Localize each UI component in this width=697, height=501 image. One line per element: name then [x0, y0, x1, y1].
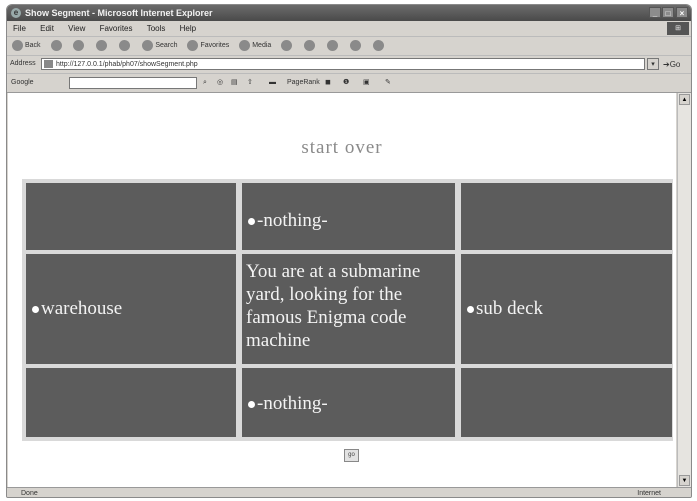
google-toolbar: Google ⌕ ◎ ▤ ⇧ ▬ PageRank ◼ ❶ ▣ ✎	[7, 74, 691, 93]
status-text: Done	[21, 490, 38, 497]
search-button[interactable]: Search	[140, 37, 178, 55]
bullet-icon	[248, 218, 255, 226]
bullet-icon	[467, 306, 474, 314]
pagerank-icon[interactable]: ▬	[269, 74, 276, 92]
title-bar: e Show Segment - Microsoft Internet Expl…	[7, 5, 691, 21]
address-bar: Address http://127.0.0.1/phab/ph07/showS…	[7, 56, 691, 74]
menu-tools[interactable]: Tools	[147, 24, 166, 33]
cell-northeast	[461, 183, 672, 250]
star-icon	[187, 39, 199, 51]
history-icon	[281, 39, 293, 51]
history-button[interactable]	[279, 37, 294, 55]
menu-bar: File Edit View Favorites Tools Help ⊞	[7, 21, 691, 37]
minimize-button[interactable]: _	[649, 7, 661, 18]
favorites-button[interactable]: Favorites	[185, 37, 229, 55]
stop-icon	[73, 39, 85, 51]
start-over-link[interactable]: start over	[8, 137, 676, 159]
submit-button-label: go	[348, 452, 355, 458]
segment-grid: -nothing- warehouse You are at a submari…	[22, 179, 673, 441]
back-arrow-icon	[12, 39, 23, 51]
scroll-down-button[interactable]: ▼	[679, 475, 690, 486]
highlight-icon[interactable]: ▣	[363, 74, 370, 92]
cell-southeast	[461, 368, 672, 437]
address-dropdown-button[interactable]: ▾	[647, 58, 659, 70]
pencil-icon[interactable]: ✎	[385, 74, 391, 92]
cell-east: sub deck	[461, 254, 672, 364]
refresh-button[interactable]	[94, 37, 109, 55]
stop-button[interactable]	[71, 37, 86, 55]
cell-center-description: You are at a submarine yard, looking for…	[242, 254, 455, 364]
cell-north: -nothing-	[242, 183, 455, 250]
ie-icon: e	[11, 8, 21, 18]
menu-edit[interactable]: Edit	[40, 24, 54, 33]
address-label: Address	[10, 60, 36, 67]
standard-toolbar: Back Search Favorites Media	[7, 37, 691, 56]
submit-button[interactable]: go	[344, 449, 359, 462]
close-button[interactable]: ×	[676, 7, 688, 18]
status-bar: Done Internet	[7, 487, 691, 497]
menu-help[interactable]: Help	[180, 24, 196, 33]
vertical-scrollbar[interactable]: ▲ ▼	[677, 93, 691, 487]
go-button[interactable]: ➔Go	[663, 60, 680, 69]
popup-blocker-icon[interactable]: ◼	[325, 74, 331, 92]
google-search-icon[interactable]: ⌕	[203, 74, 207, 92]
north-link[interactable]: -nothing-	[248, 209, 328, 232]
mail-button[interactable]	[302, 37, 317, 55]
back-button[interactable]: Back	[10, 37, 41, 55]
page-content: start over -nothing- warehouse You are a…	[8, 93, 676, 487]
print-icon	[327, 39, 339, 51]
address-url: http://127.0.0.1/phab/ph07/showSegment.p…	[56, 61, 198, 68]
cell-west: warehouse	[26, 254, 236, 364]
print-button[interactable]	[325, 37, 340, 55]
go-arrow-icon: ➔	[663, 60, 670, 69]
bullet-icon	[32, 306, 39, 314]
mail-icon	[304, 39, 316, 51]
google-site-icon[interactable]: ◎	[217, 74, 223, 92]
info-icon[interactable]: ❶	[343, 74, 349, 92]
google-news-icon[interactable]: ▤	[231, 74, 238, 92]
media-button[interactable]: Media	[237, 37, 271, 55]
maximize-button[interactable]: □	[662, 7, 674, 18]
window-title: Show Segment - Microsoft Internet Explor…	[25, 8, 213, 18]
google-search-input[interactable]	[69, 77, 197, 89]
discuss-icon	[373, 39, 385, 51]
south-link[interactable]: -nothing-	[248, 392, 328, 415]
google-up-icon[interactable]: ⇧	[247, 74, 253, 92]
menu-favorites[interactable]: Favorites	[100, 24, 133, 33]
home-icon	[119, 39, 131, 51]
home-button[interactable]	[117, 37, 132, 55]
page-icon	[44, 60, 53, 68]
cell-southwest	[26, 368, 236, 437]
discuss-button[interactable]	[371, 37, 386, 55]
menu-view[interactable]: View	[68, 24, 85, 33]
menu-file[interactable]: File	[13, 24, 26, 33]
edit-icon	[350, 39, 362, 51]
cell-northwest	[26, 183, 236, 250]
edit-button[interactable]	[348, 37, 363, 55]
windows-logo-icon: ⊞	[667, 22, 689, 35]
scroll-up-button[interactable]: ▲	[679, 94, 690, 105]
west-link[interactable]: warehouse	[32, 297, 122, 320]
google-label[interactable]: Google	[11, 74, 34, 92]
zone-text: Internet	[637, 490, 661, 497]
cell-south: -nothing-	[242, 368, 455, 437]
east-link[interactable]: sub deck	[467, 297, 543, 320]
browser-window: e Show Segment - Microsoft Internet Expl…	[6, 4, 692, 498]
address-input[interactable]: http://127.0.0.1/phab/ph07/showSegment.p…	[41, 58, 645, 70]
search-icon	[142, 39, 154, 51]
media-icon	[239, 39, 251, 51]
forward-button[interactable]	[49, 37, 64, 55]
forward-arrow-icon	[50, 39, 62, 51]
pagerank-label[interactable]: PageRank	[287, 74, 320, 92]
refresh-icon	[96, 39, 108, 51]
bullet-icon	[248, 401, 255, 409]
